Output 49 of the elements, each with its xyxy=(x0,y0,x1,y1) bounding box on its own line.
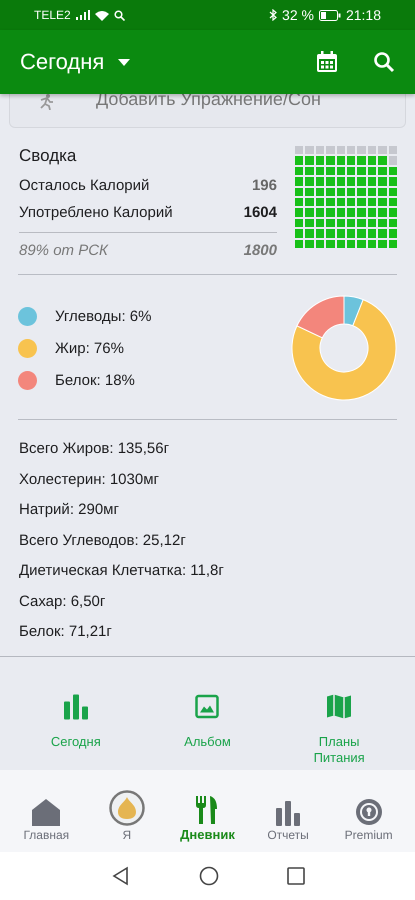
chart-action[interactable]: Сегодня xyxy=(30,692,121,750)
calorie-label: Осталось Калорий xyxy=(19,177,150,194)
battery-percent: 32 % xyxy=(282,7,314,23)
calorie-label: Употреблено Калорий xyxy=(19,204,173,221)
bluetooth-icon xyxy=(269,9,278,21)
signal-icon xyxy=(76,10,90,20)
recent-apps-icon[interactable] xyxy=(286,867,304,885)
legend-label: Белок: 18% xyxy=(55,372,135,388)
nav-tab[interactable]: Дневник xyxy=(169,795,246,842)
legend-label: Жир: 76% xyxy=(55,340,124,356)
onion-avatar-icon xyxy=(108,790,145,826)
nutrient-text: Всего Углеводов: 25,12г xyxy=(19,530,187,550)
nutrient-text: Натрий: 290мг xyxy=(19,500,120,520)
nav-tab[interactable]: Отчеты xyxy=(250,800,326,842)
map-icon xyxy=(326,692,352,720)
calorie-label: 89% от РСК xyxy=(19,242,108,259)
nutrient-text: Сахар: 6,50г xyxy=(19,592,106,612)
nav-tab[interactable]: Premium xyxy=(330,798,407,842)
search-icon[interactable] xyxy=(373,51,395,73)
home-circle-icon[interactable] xyxy=(198,866,218,886)
calendar-icon[interactable] xyxy=(315,50,339,74)
keyhole-badge-icon xyxy=(354,798,383,826)
nutrient-text: Белок: 71,21г xyxy=(19,622,113,642)
nutrient-text: Диетическая Клетчатка: 11,8г xyxy=(19,561,225,581)
clock-time: 21:18 xyxy=(346,7,381,23)
image-icon xyxy=(195,692,220,720)
fork-knife-icon xyxy=(195,795,220,825)
caret-icon xyxy=(118,58,130,66)
calorie-value: 1604 xyxy=(244,204,277,221)
nutrient-text: Холестерин: 1030мг xyxy=(19,470,160,490)
summary-title: Сводка xyxy=(19,146,78,166)
legend-label: Углеводы: 6% xyxy=(55,308,152,324)
nutrient-text: Всего Жиров: 135,56г xyxy=(19,439,170,459)
battery-icon xyxy=(318,10,341,20)
date-dropdown[interactable]: Сегодня xyxy=(20,49,130,75)
home-icon xyxy=(31,798,62,826)
bar-chart-icon xyxy=(275,800,302,826)
calorie-value: 196 xyxy=(252,177,277,194)
carrier-name: TELE2 xyxy=(34,8,71,22)
map-action[interactable]: Планы Питания xyxy=(294,692,384,766)
search-icon xyxy=(114,10,125,20)
album-action[interactable]: Альбом xyxy=(162,692,252,750)
nav-tab[interactable]: Главная xyxy=(8,798,84,842)
back-icon[interactable] xyxy=(110,866,130,886)
wifi-icon xyxy=(94,10,109,20)
running-figure-icon xyxy=(38,94,56,110)
calorie-value: 1800 xyxy=(244,242,277,259)
nav-tab[interactable]: Я xyxy=(88,790,165,842)
bar-chart-icon xyxy=(62,692,89,720)
